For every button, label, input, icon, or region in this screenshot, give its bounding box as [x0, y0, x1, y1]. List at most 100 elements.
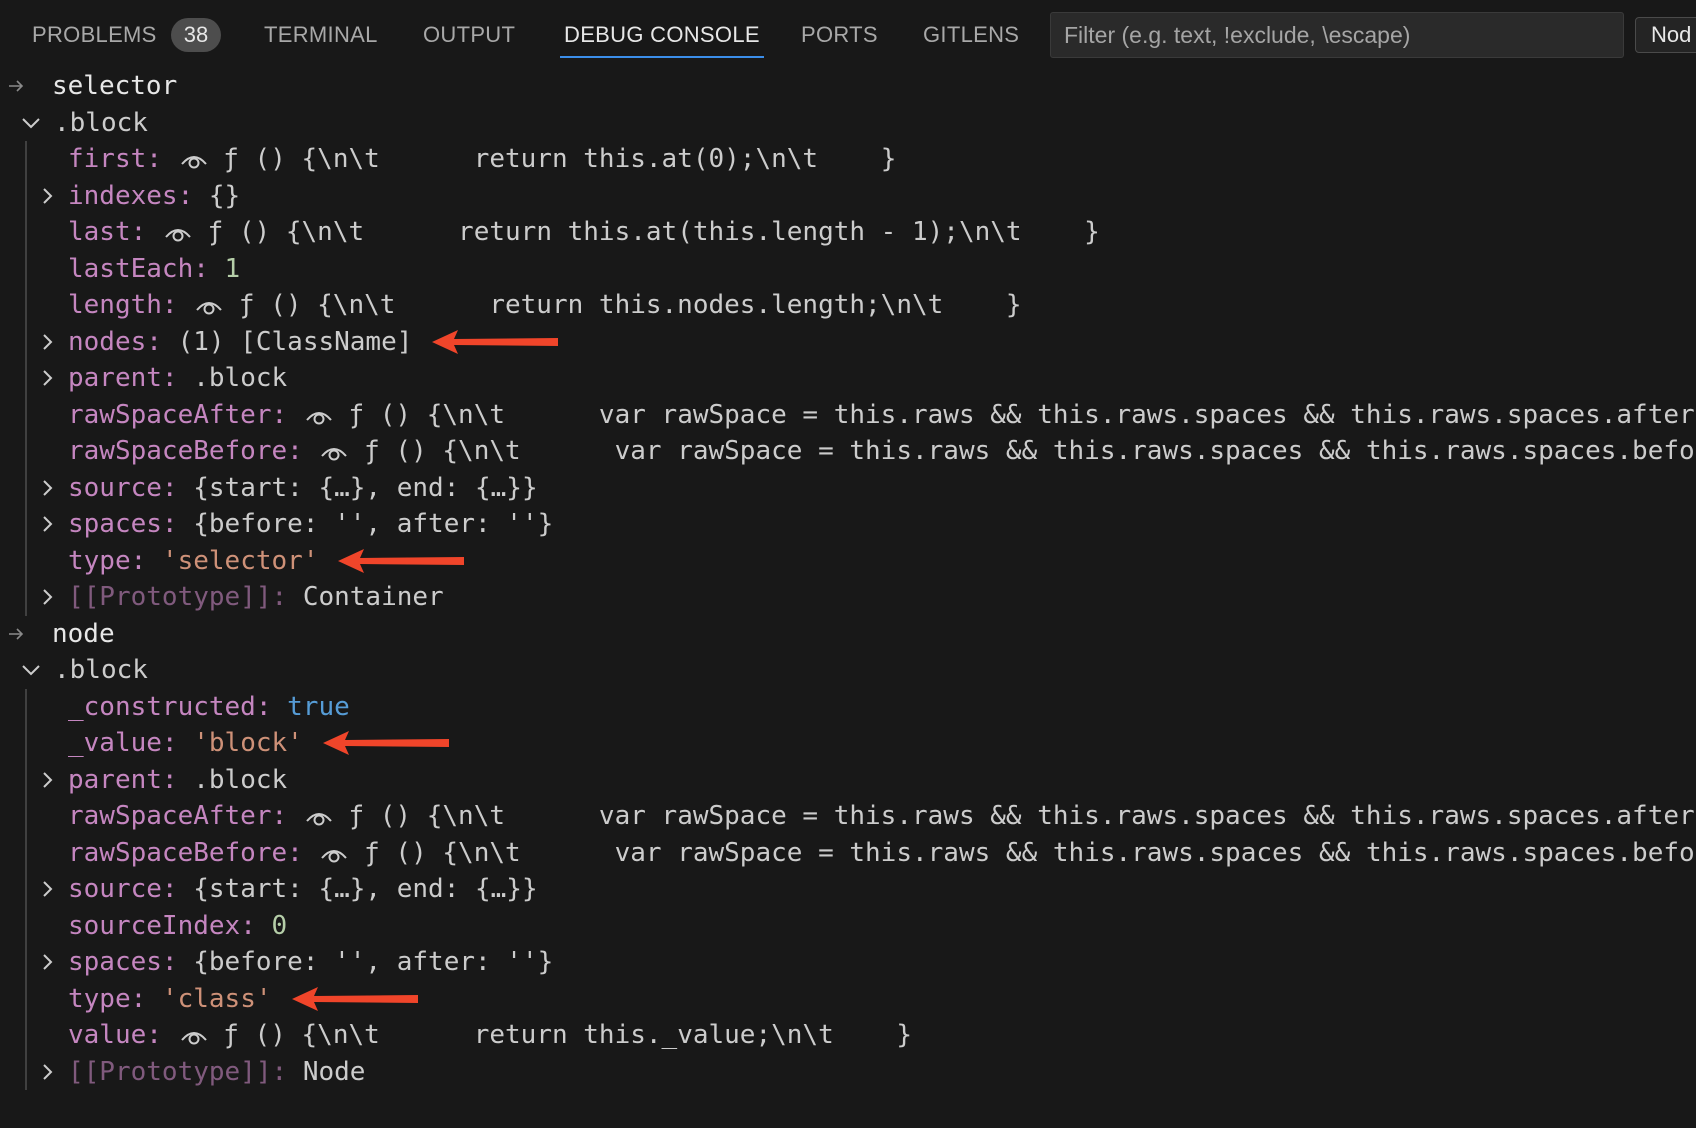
red-arrow-icon — [338, 549, 465, 573]
console-expression: selector — [52, 71, 178, 101]
object-tree-root[interactable]: .block — [0, 105, 1696, 141]
property-row[interactable]: _constructed: true — [0, 689, 1696, 725]
property-key: _constructed — [68, 692, 256, 722]
property-key: type — [68, 984, 131, 1014]
property-row[interactable]: length: ƒ () {\n\t return this.nodes.len… — [0, 287, 1696, 323]
property-value: {} — [208, 181, 241, 211]
chevron-right-icon[interactable] — [40, 944, 60, 980]
indent-guide — [25, 141, 27, 616]
property-value: ƒ () {\n\t return this.at(this.length - … — [207, 217, 1100, 247]
chevron-right-icon[interactable] — [40, 871, 60, 907]
eye-icon[interactable] — [303, 398, 333, 434]
property-row[interactable]: parent: .block — [0, 360, 1696, 396]
property-row[interactable]: rawSpaceAfter: ƒ () {\n\t var rawSpace =… — [0, 798, 1696, 834]
property-row[interactable]: rawSpaceBefore: ƒ () {\n\t var rawSpace … — [0, 835, 1696, 871]
console-input-line: node — [0, 616, 1696, 652]
property-row[interactable]: type: 'class' — [0, 981, 1696, 1017]
eye-icon[interactable] — [178, 142, 208, 178]
debug-console-output[interactable]: selector .block first: ƒ () {\n\t return t… — [0, 68, 1696, 1128]
debug-session-selector[interactable]: Nod — [1635, 17, 1696, 53]
tab-debug-console[interactable]: DEBUG CONSOLE — [560, 20, 764, 58]
chevron-right-icon[interactable] — [40, 324, 60, 360]
property-row[interactable]: type: 'selector' — [0, 543, 1696, 579]
eye-icon[interactable] — [318, 434, 348, 470]
property-key: lastEach — [68, 254, 194, 284]
red-arrow-icon — [432, 330, 559, 354]
property-row[interactable]: spaces: {before: '', after: ''} — [0, 506, 1696, 542]
property-row[interactable]: rawSpaceAfter: ƒ () {\n\t var rawSpace =… — [0, 397, 1696, 433]
object-label: .block — [54, 108, 148, 138]
property-value: 'class' — [161, 984, 272, 1014]
property-value: 'selector' — [161, 546, 319, 576]
property-key: nodes — [68, 327, 147, 357]
property-row[interactable]: indexes: {} — [0, 178, 1696, 214]
property-value: true — [287, 692, 350, 722]
property-key: parent — [68, 363, 162, 393]
chevron-right-icon[interactable] — [40, 579, 60, 615]
property-value: ƒ () {\n\t var rawSpace = this.raws && t… — [364, 838, 1696, 868]
property-row[interactable]: sourceIndex: 0 — [0, 908, 1696, 944]
property-row[interactable]: nodes: (1) [ClassName] — [0, 324, 1696, 360]
red-arrow-icon — [322, 731, 449, 755]
chevron-right-icon[interactable] — [40, 506, 60, 542]
chevron-right-icon[interactable] — [40, 360, 60, 396]
tab-gitlens[interactable]: GITLENS — [923, 20, 1019, 50]
property-key: type — [68, 546, 131, 576]
property-key: _value — [68, 728, 162, 758]
property-row[interactable]: first: ƒ () {\n\t return this.at(0);\n\t… — [0, 141, 1696, 177]
console-expression: node — [52, 619, 115, 649]
eye-icon[interactable] — [318, 836, 348, 872]
property-key: value — [68, 1020, 147, 1050]
property-value: {before: '', after: ''} — [193, 947, 554, 977]
tab-problems[interactable]: PROBLEMS — [32, 20, 157, 50]
property-key: parent — [68, 765, 162, 795]
chevron-right-icon[interactable] — [40, 1054, 60, 1090]
property-row[interactable]: spaces: {before: '', after: ''} — [0, 944, 1696, 980]
property-value: 'block' — [193, 728, 303, 758]
property-value: ƒ () {\n\t var rawSpace = this.raws && t… — [348, 801, 1696, 831]
property-key: source — [68, 874, 162, 904]
property-row[interactable]: [[Prototype]]: Container — [0, 579, 1696, 615]
tab-terminal[interactable]: TERMINAL — [264, 20, 378, 50]
eye-icon[interactable] — [303, 799, 333, 835]
eye-icon[interactable] — [193, 288, 223, 324]
tab-ports[interactable]: PORTS — [801, 20, 878, 50]
object-tree-root[interactable]: .block — [0, 652, 1696, 688]
property-row[interactable]: source: {start: {…}, end: {…}} — [0, 470, 1696, 506]
property-row[interactable]: last: ƒ () {\n\t return this.at(this.len… — [0, 214, 1696, 250]
object-label: .block — [54, 655, 148, 685]
chevron-down-icon[interactable] — [20, 105, 40, 141]
eye-icon[interactable] — [162, 215, 192, 251]
console-input-line: selector — [0, 68, 1696, 104]
property-value: {start: {…}, end: {…}} — [193, 473, 538, 503]
property-value: .block — [193, 363, 288, 393]
property-key: last — [68, 217, 131, 247]
tab-output[interactable]: OUTPUT — [423, 20, 515, 50]
property-key: spaces — [68, 947, 162, 977]
property-value: ƒ () {\n\t var rawSpace = this.raws && t… — [348, 400, 1696, 430]
property-value: ƒ () {\n\t return this.nodes.length;\n\t… — [238, 290, 1022, 320]
property-row[interactable]: lastEach: 1 — [0, 251, 1696, 287]
property-key: spaces — [68, 509, 162, 539]
property-row[interactable]: parent: .block — [0, 762, 1696, 798]
property-key: rawSpaceAfter — [68, 801, 272, 831]
property-key: sourceIndex — [68, 911, 241, 941]
panel-tab-bar: PROBLEMS 38 TERMINAL OUTPUT DEBUG CONSOL… — [0, 0, 1696, 66]
property-row[interactable]: rawSpaceBefore: ƒ () {\n\t var rawSpace … — [0, 433, 1696, 469]
property-key: [[Prototype]] — [68, 1057, 272, 1087]
filter-input[interactable] — [1050, 12, 1624, 58]
property-value: Container — [302, 582, 444, 612]
chevron-down-icon[interactable] — [20, 652, 40, 688]
property-row[interactable]: value: ƒ () {\n\t return this._value;\n\… — [0, 1017, 1696, 1053]
chevron-right-icon[interactable] — [40, 178, 60, 214]
chevron-right-icon[interactable] — [40, 762, 60, 798]
chevron-right-icon[interactable] — [40, 470, 60, 506]
property-key: length — [68, 290, 162, 320]
red-arrow-icon — [291, 987, 418, 1011]
eye-icon[interactable] — [178, 1018, 208, 1054]
property-value: 0 — [271, 911, 288, 941]
property-row[interactable]: _value: 'block' — [0, 725, 1696, 761]
property-row[interactable]: [[Prototype]]: Node — [0, 1054, 1696, 1090]
property-value: {before: '', after: ''} — [193, 509, 554, 539]
property-row[interactable]: source: {start: {…}, end: {…}} — [0, 871, 1696, 907]
